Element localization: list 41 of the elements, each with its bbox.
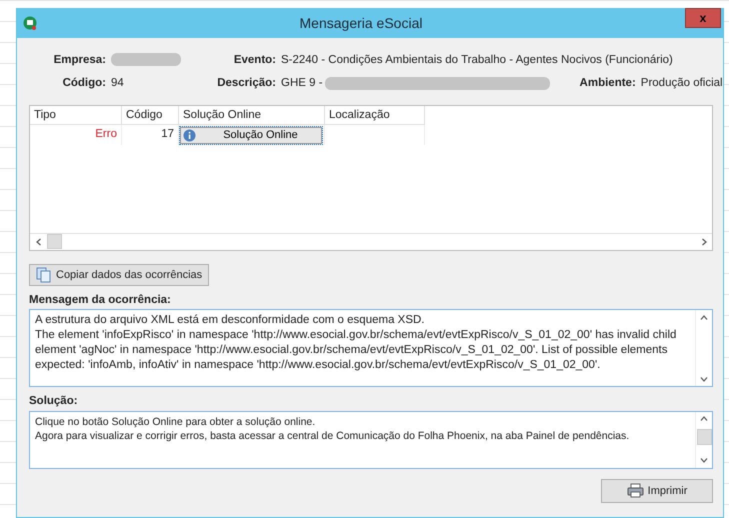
scroll-thumb[interactable] [696,428,712,444]
text-paragraph: Clique no botão Solução Online para obter a solução online. [35,414,316,428]
table-cell: Erro [30,124,122,144]
field-label: Ambiente: [580,76,637,92]
scroll-up-icon[interactable] [700,415,708,423]
field-label: Descrição: [216,76,277,92]
scroll-thumb[interactable] [47,234,62,249]
scroll-right-icon[interactable] [700,238,708,246]
text-paragraph: A estrutura do arquivo XML está em desconformidade com o esquema XSD. [35,313,426,328]
vertical-scrollbar[interactable] [695,412,712,468]
close-button[interactable]: x [685,8,721,28]
field-label: Empresa: [52,53,107,68]
column-header[interactable]: Solução Online [179,106,325,124]
field-value: S-2240 - Condições Ambientais do Trabalho - Agentes Nocivos (Funcionário) [281,53,674,68]
text-paragraph: The element 'infoExpRisco' in namespace 'http://www.esocial.gov.br/schema/evt/evtExpRisco/v_S_01_02_00' has invalid child element 'agNoc' in namespace 'http://www.esocial.gov.br/schema/evt/evtExpRisco/v_S_01_02_00'. List of possible elements expected: 'infoAmb, infoAtiv' in namespace 'http://www.esocial.gov.br/schema/evt/evtExpRisco/v_S_01_02_00'. [35,328,678,374]
field-label: Código: [62,76,107,92]
column-header[interactable]: Tipo [30,106,122,124]
section-label: Mensagem da ocorrência: [29,293,172,308]
copy-icon [36,266,52,283]
text-area[interactable]: Clique no botão Solução Online para obter a solução online. Agora para visualizar e corrigir erros, basta acessar a central de Comunicação do Folha Phoenix, na aba Painel de pendências. [29,410,713,468]
text-area[interactable] [29,309,713,388]
scroll-up-icon[interactable] [700,314,708,322]
section-label: Solução: [29,394,79,410]
copy-button[interactable]: Copiar dados das ocorrências [29,264,210,286]
scroll-down-icon[interactable] [700,456,708,464]
online-solution-button[interactable]: Solução Online [179,126,323,144]
app-icon [23,16,37,30]
field-value: 94 [111,76,125,92]
window-title: Mensageria eSocial [298,14,424,33]
print-button[interactable]: Imprimir [601,478,713,503]
scroll-left-icon[interactable] [34,238,42,246]
column-header[interactable]: Localização [325,106,425,124]
scroll-down-icon[interactable] [700,374,708,383]
column-header[interactable]: Código [122,106,179,124]
field-value: GHE 9 - [281,76,323,92]
printer-icon [626,483,644,498]
horizontal-scrollbar[interactable] [30,232,712,250]
field-value: Produção oficial [640,76,723,92]
text-paragraph: Agora para visualizar e corrigir erros, basta acessar a central de Comunicação do Folha Phoenix, na aba Painel de pendências. [35,428,630,442]
field-label: Evento: [232,53,277,68]
info-icon [183,128,196,142]
